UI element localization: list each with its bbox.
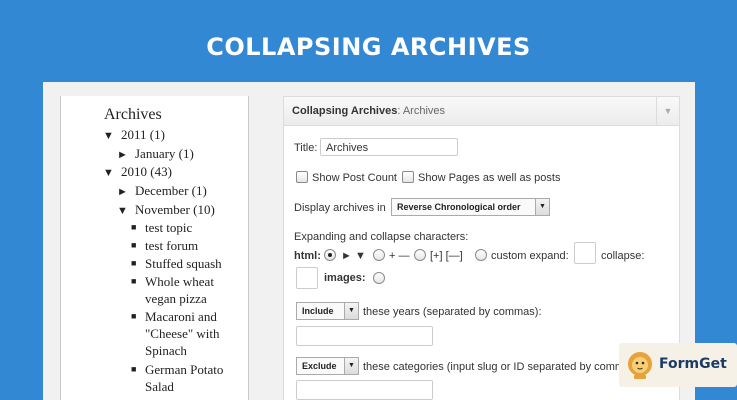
square-bullet-icon: ■ [131,276,137,286]
exclude-value: Exclude [302,361,337,371]
bracket-chars-radio[interactable] [414,249,426,261]
archive-year-item[interactable]: ▼ 2010 (43) [103,164,172,180]
show-pages-label: Show Pages as well as posts [418,172,561,184]
display-order-select[interactable]: Reverse Chronological order ▼ [391,198,550,216]
plus-minus-chars-label: + — [389,250,410,262]
exclude-categories-select[interactable]: Exclude ▼ [296,357,359,375]
title-label: Title: [294,142,318,154]
archive-post-link[interactable]: ■ test topic [131,220,192,236]
expanded-triangle-icon[interactable]: ▼ [103,167,121,179]
archive-item-label: January (1) [135,146,194,161]
formget-badge: FormGet [619,343,737,387]
archive-item-label: November (10) [135,202,215,217]
categories-input[interactable] [296,380,433,400]
bracket-chars-label: [+] [—] [430,250,463,262]
formget-brand: FormGet [659,356,727,372]
show-post-count-label: Show Post Count [312,172,397,184]
archive-post-link[interactable]: ■ Macaroni and "Cheese" with Spinach [131,309,220,358]
chevron-down-icon: ▼ [344,303,358,319]
archive-item-label: December (1) [135,183,207,198]
images-radio[interactable] [373,272,385,284]
square-bullet-icon: ■ [131,258,137,268]
archive-item-label: Whole wheat vegan pizza [145,274,214,306]
square-bullet-icon: ■ [131,240,137,250]
screenshot-canvas: Archives ▼ 2011 (1) ► January (1) ▼ 2010 (43)… [43,82,695,400]
widget-title-suffix: : Archives [397,105,446,117]
display-archives-label: Display archives in [294,202,386,214]
archive-item-label: 2010 (43) [121,164,172,179]
square-bullet-icon: ■ [131,364,137,374]
categories-label: these categories (input slug or ID separ… [363,361,625,373]
custom-expand-input[interactable] [574,242,596,264]
years-input[interactable] [296,326,433,346]
include-years-select[interactable]: Include ▼ [296,302,359,320]
archive-post-link[interactable]: ■ German Potato Salad [131,362,223,394]
archive-post-link[interactable]: ■ Whole wheat vegan pizza [131,274,214,306]
archives-heading: Archives [104,106,162,123]
image-chars-input[interactable] [296,267,318,289]
archive-year-item[interactable]: ▼ 2011 (1) [103,127,165,143]
html-label: html: [294,250,321,262]
collapsed-triangle-icon[interactable]: ► [117,186,135,198]
triangle-chars-radio[interactable] [324,249,336,261]
square-bullet-icon: ■ [131,222,137,232]
chevron-down-icon: ▼ [344,358,358,374]
plus-minus-chars-radio[interactable] [373,249,385,261]
archive-item-label: German Potato Salad [145,362,224,394]
square-bullet-icon: ■ [131,311,137,321]
widget-header[interactable]: Collapsing Archives: Archives ▼ [284,97,679,126]
show-pages-checkbox[interactable] [402,171,414,183]
triangle-chars-label: ► ▼ [341,250,366,262]
chevron-down-icon: ▼ [535,199,549,215]
archives-widget-preview: Archives ▼ 2011 (1) ► January (1) ▼ 2010 (43)… [60,96,249,400]
collapsed-triangle-icon[interactable]: ► [117,149,135,161]
collapse-arrow-icon[interactable]: ▼ [656,97,679,125]
archive-month-item[interactable]: ▼ November (10) [117,202,215,218]
include-value: Include [302,306,334,316]
archive-post-link[interactable]: ■ test forum [131,238,198,254]
images-label: images: [324,272,366,284]
archive-month-item[interactable]: ► January (1) [117,146,194,162]
custom-chars-radio[interactable] [475,249,487,261]
expand-collapse-chars-label: Expanding and collapse characters: [294,231,469,243]
title-input[interactable]: Archives [320,138,458,156]
widget-title: Collapsing Archives: Archives [292,105,446,117]
years-label: these years (separated by commas): [363,306,542,318]
archive-item-label: test topic [145,220,193,235]
archive-item-label: Macaroni and "Cheese" with Spinach [145,309,220,358]
custom-expand-label: custom expand: [491,250,569,262]
archive-month-item[interactable]: ► December (1) [117,183,207,199]
show-post-count-checkbox[interactable] [296,171,308,183]
archive-post-link[interactable]: ■ Stuffed squash [131,256,222,272]
archive-item-label: Stuffed squash [145,256,222,271]
archive-item-label: 2011 (1) [121,127,165,142]
lion-logo-icon [628,352,652,379]
collapse-label: collapse: [601,250,645,262]
display-order-value: Reverse Chronological order [397,202,521,212]
banner-title: COLLAPSING ARCHIVES [206,33,531,61]
expanded-triangle-icon[interactable]: ▼ [117,205,135,217]
expanded-triangle-icon[interactable]: ▼ [103,130,121,142]
archive-item-label: test forum [145,238,199,253]
